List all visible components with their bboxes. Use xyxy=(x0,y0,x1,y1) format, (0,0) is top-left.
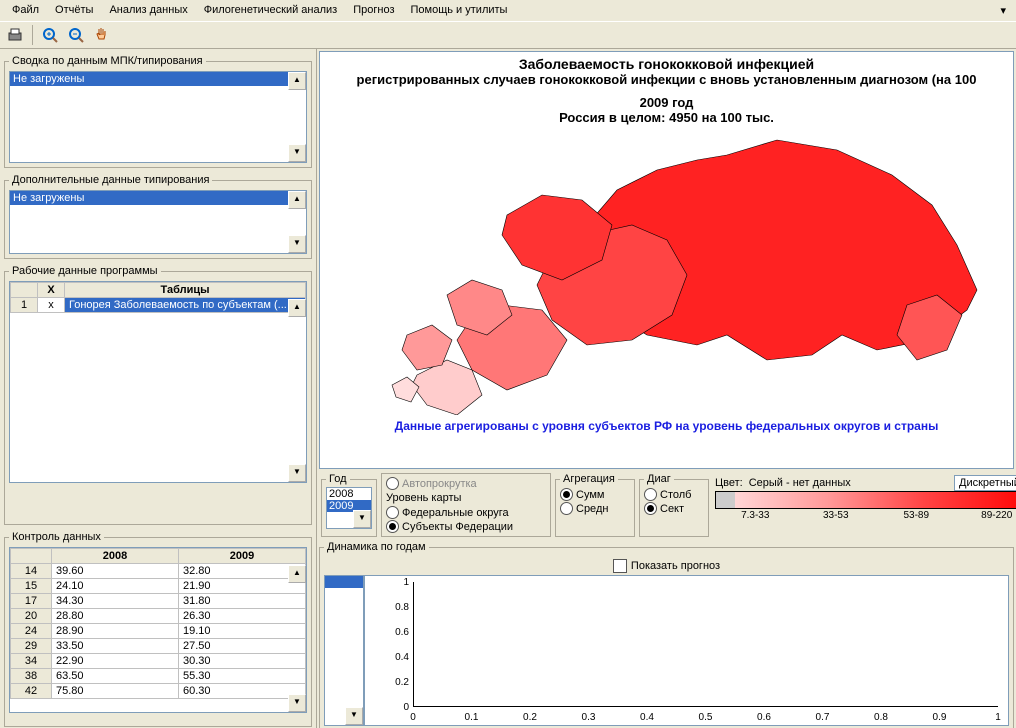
extra-item[interactable]: Не загружены xyxy=(10,191,306,205)
workdata-title: Рабочие данные программы xyxy=(9,265,161,277)
table-row[interactable]: 3863.5055.30 xyxy=(11,669,306,684)
workdata-panel: Рабочие данные программы XТаблицы 1xГоно… xyxy=(4,265,312,525)
map-note: Данные агрегированы с уровня субъектов Р… xyxy=(395,419,939,433)
menu-reports[interactable]: Отчёты xyxy=(47,2,101,19)
control-title: Контроль данных xyxy=(9,531,104,543)
menu-overflow-icon[interactable]: ▾ xyxy=(994,2,1012,19)
russia-map-icon xyxy=(347,125,987,415)
year-2008[interactable]: 2008 xyxy=(327,488,371,500)
diag-bar-radio[interactable]: Столб xyxy=(644,488,704,501)
dynamics-panel: Динамика по годам Показать прогноз ▼ 00.… xyxy=(319,541,1014,728)
show-forecast-checkbox[interactable]: Показать прогноз xyxy=(613,559,720,573)
dynamics-chart[interactable]: 00.20.40.60.8100.10.20.30.40.50.60.70.80… xyxy=(364,575,1009,726)
pan-icon[interactable] xyxy=(91,24,113,46)
map-controls: Год 2008 2009 ▼ Автопрокрутка Уровень ка… xyxy=(319,471,1014,539)
print-icon[interactable] xyxy=(4,24,26,46)
menu-analysis[interactable]: Анализ данных xyxy=(101,2,195,19)
zoom-in-icon[interactable] xyxy=(39,24,61,46)
color-scale-icon xyxy=(715,491,1016,509)
autoscroll-radio[interactable]: Автопрокрутка xyxy=(386,477,546,490)
map-total: Россия в целом: 4950 на 100 тыс. xyxy=(559,110,774,125)
table-row[interactable]: 2933.5027.50 xyxy=(11,639,306,654)
menu-phylo[interactable]: Филогенетический анализ xyxy=(196,2,346,19)
scroll-up-icon[interactable]: ▲ xyxy=(288,299,306,317)
summary-panel: Сводка по данным МПК/типирования Не загр… xyxy=(4,55,312,168)
control-panel: Контроль данных 20082009 1439.6032.80152… xyxy=(4,531,312,727)
year-label: Год xyxy=(326,473,350,485)
menu-help[interactable]: Помощь и утилиты xyxy=(403,2,516,19)
diag-label: Диаг xyxy=(644,473,674,485)
table-row[interactable]: 4275.8060.30 xyxy=(11,684,306,699)
summary-title: Сводка по данным МПК/типирования xyxy=(9,55,206,67)
agg-label: Агрегация xyxy=(560,473,618,485)
agg-sum-radio[interactable]: Сумм xyxy=(560,488,630,501)
scroll-down-icon[interactable]: ▼ xyxy=(288,235,306,253)
map-subtitle: регистрированных случаев гонококковой ин… xyxy=(357,72,977,87)
summary-item[interactable]: Не загружены xyxy=(10,72,306,86)
zoom-out-icon[interactable] xyxy=(65,24,87,46)
table-row[interactable]: 2428.9019.10 xyxy=(11,624,306,639)
scroll-down-icon[interactable]: ▼ xyxy=(288,694,306,712)
agg-avg-radio[interactable]: Средн xyxy=(560,502,630,515)
scroll-up-icon[interactable]: ▲ xyxy=(288,565,306,583)
table-row[interactable]: 1734.3031.80 xyxy=(11,594,306,609)
level-label: Уровень карты xyxy=(386,492,546,504)
toolbar xyxy=(0,22,1016,49)
dynamics-listbox[interactable]: ▼ xyxy=(324,575,364,726)
diag-sect-radio[interactable]: Сект xyxy=(644,502,704,515)
scroll-down-icon[interactable]: ▼ xyxy=(288,464,306,482)
workdata-row[interactable]: Гонорея Заболеваемость по субъектам (... xyxy=(65,298,306,313)
scroll-down-icon[interactable]: ▼ xyxy=(345,707,363,725)
menu-file[interactable]: Файл xyxy=(4,2,47,19)
extra-panel: Дополнительные данные типирования Не заг… xyxy=(4,174,312,259)
year-list[interactable]: 2008 2009 ▼ xyxy=(326,487,372,529)
scroll-up-icon[interactable]: ▲ xyxy=(288,191,306,209)
summary-list[interactable]: Не загружены ▲ ▼ xyxy=(9,71,307,163)
color-scale-labels: 7.3-3333-5353-8989-220 xyxy=(715,510,1016,521)
color-label: Цвет: xyxy=(715,477,743,489)
table-row[interactable]: 3422.9030.30 xyxy=(11,654,306,669)
table-row[interactable]: 1524.1021.90 xyxy=(11,579,306,594)
control-grid[interactable]: 20082009 1439.6032.801524.1021.901734.30… xyxy=(9,547,307,713)
map-view[interactable]: Заболеваемость гонококковой инфекцией ре… xyxy=(319,51,1014,469)
table-row[interactable]: 1439.6032.80 xyxy=(11,564,306,579)
map-title: Заболеваемость гонококковой инфекцией xyxy=(519,56,814,72)
menu-bar: Файл Отчёты Анализ данных Филогенетическ… xyxy=(0,0,1016,22)
color-note: Серый - нет данных xyxy=(749,477,851,489)
color-mode-select[interactable]: Дискретный xyxy=(954,475,1016,491)
dynamics-title: Динамика по годам xyxy=(324,541,429,553)
scroll-up-icon[interactable]: ▲ xyxy=(288,72,306,90)
menu-forecast[interactable]: Прогноз xyxy=(345,2,402,19)
level-federal-radio[interactable]: Федеральные округа xyxy=(386,506,546,519)
map-year: 2009 год xyxy=(640,95,694,110)
workdata-grid[interactable]: XТаблицы 1xГонорея Заболеваемость по суб… xyxy=(9,281,307,483)
extra-list[interactable]: Не загружены ▲ ▼ xyxy=(9,190,307,254)
level-subjects-radio[interactable]: Субъекты Федерации xyxy=(386,520,546,533)
extra-title: Дополнительные данные типирования xyxy=(9,174,212,186)
scroll-down-icon[interactable]: ▼ xyxy=(288,144,306,162)
scroll-down-icon[interactable]: ▼ xyxy=(353,510,371,528)
table-row[interactable]: 2028.8026.30 xyxy=(11,609,306,624)
